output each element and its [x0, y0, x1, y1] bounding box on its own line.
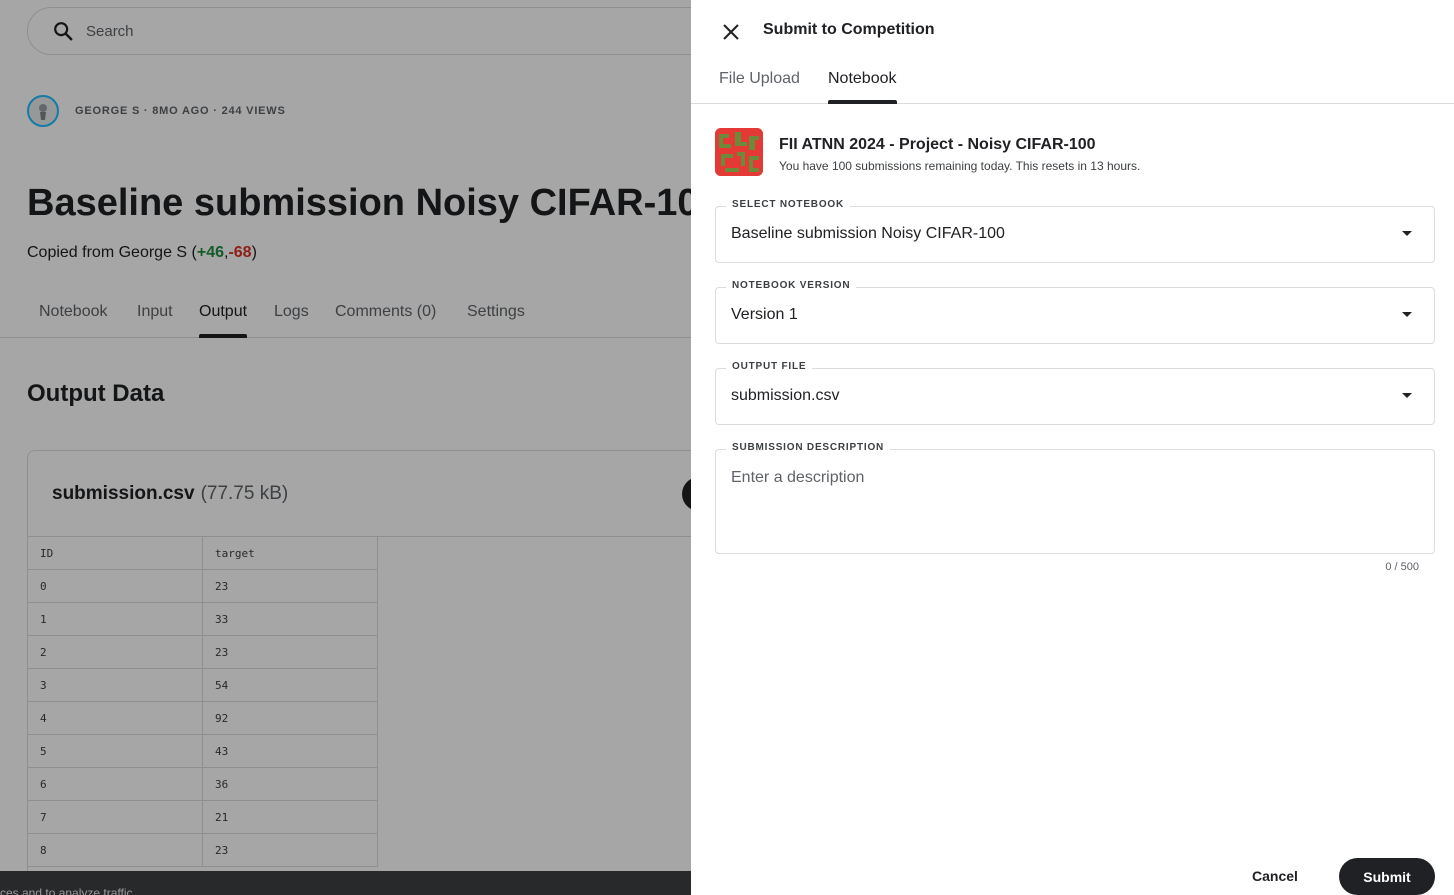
notebook-version-label: NOTEBOOK VERSION	[726, 280, 857, 291]
character-counter: 0 / 500	[1385, 561, 1419, 573]
description-placeholder: Enter a description	[731, 469, 865, 486]
competition-thumbnail	[715, 128, 763, 176]
select-notebook-label: SELECT NOTEBOOK	[726, 199, 851, 210]
competition-name: FII ATNN 2024 - Project - Noisy CIFAR-10…	[779, 136, 1096, 153]
tab-notebook-submit[interactable]: Notebook	[828, 70, 897, 104]
submissions-remaining: You have 100 submissions remaining today…	[779, 159, 1141, 173]
submission-description-label: SUBMISSION DESCRIPTION	[726, 442, 891, 453]
output-file-dropdown[interactable]: OUTPUT FILE submission.csv	[715, 361, 1435, 425]
caret-down-icon	[1402, 312, 1412, 317]
caret-down-icon	[1402, 231, 1412, 236]
select-notebook-dropdown[interactable]: SELECT NOTEBOOK Baseline submission Nois…	[715, 199, 1435, 263]
cancel-button[interactable]: Cancel	[1237, 858, 1313, 894]
select-notebook-value: Baseline submission Noisy CIFAR-100	[731, 225, 1005, 242]
submission-description-textarea[interactable]: SUBMISSION DESCRIPTION Enter a descripti…	[715, 442, 1435, 554]
drawer-title: Submit to Competition	[763, 21, 935, 38]
competition-header: FII ATNN 2024 - Project - Noisy CIFAR-10…	[715, 128, 1140, 176]
output-file-label: OUTPUT FILE	[726, 361, 813, 372]
close-button[interactable]	[717, 18, 745, 46]
submit-drawer: Submit to Competition File Upload Notebo…	[691, 0, 1454, 895]
submit-button[interactable]: Submit	[1339, 858, 1435, 895]
notebook-version-value: Version 1	[731, 306, 798, 323]
close-icon	[723, 24, 739, 40]
tab-file-upload[interactable]: File Upload	[719, 70, 800, 88]
caret-down-icon	[1402, 393, 1412, 398]
drawer-tabs: File Upload Notebook	[691, 56, 1454, 104]
notebook-version-dropdown[interactable]: NOTEBOOK VERSION Version 1	[715, 280, 1435, 344]
output-file-value: submission.csv	[731, 387, 840, 404]
